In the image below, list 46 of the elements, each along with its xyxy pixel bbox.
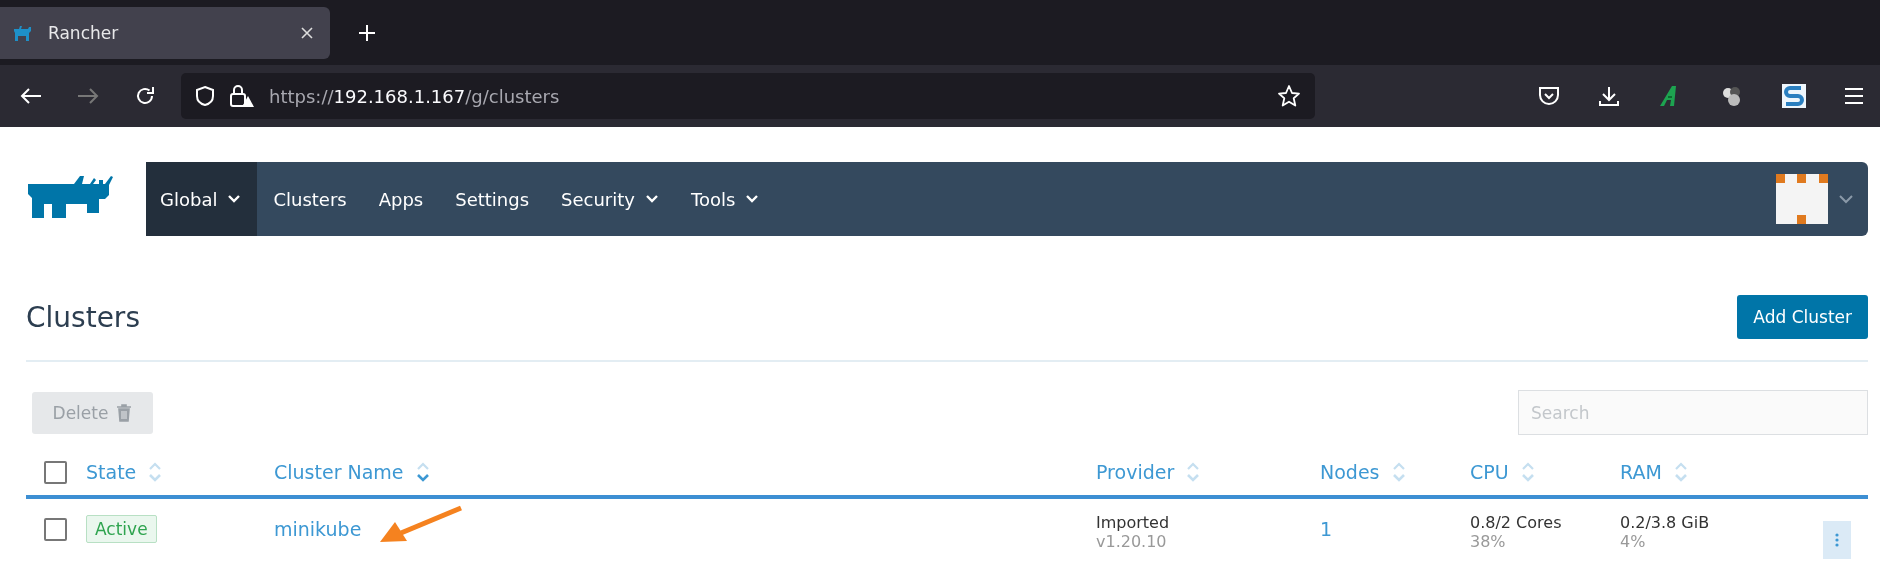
- nav-item[interactable]: Settings: [439, 162, 546, 236]
- pocket-icon[interactable]: [1538, 86, 1560, 106]
- browser-tab[interactable]: Rancher: [0, 6, 330, 59]
- download-icon[interactable]: [1598, 85, 1620, 107]
- status-badge: Active: [86, 515, 157, 543]
- sort-icon[interactable]: [415, 461, 430, 483]
- cluster-link[interactable]: minikube: [274, 518, 362, 540]
- forward-icon: [77, 87, 99, 105]
- tab-title: Rancher: [48, 22, 120, 43]
- table-cell: 0.8/2 Cores: [1470, 513, 1562, 532]
- checkbox[interactable]: [44, 517, 67, 541]
- table-cell: 0.2/3.8 GiB: [1620, 513, 1710, 532]
- chevron-down-icon[interactable]: [1838, 194, 1854, 204]
- reload-icon[interactable]: [134, 85, 156, 107]
- plus-icon[interactable]: [358, 23, 376, 42]
- url-text: https://192.168.1.167/g/clusters: [269, 85, 561, 107]
- lock-warning-icon: [229, 84, 255, 108]
- column-header[interactable]: Provider: [1096, 461, 1201, 483]
- back-icon[interactable]: [20, 87, 42, 105]
- vertical-dots-icon: [1835, 533, 1839, 547]
- percent-text: 38%: [1470, 532, 1506, 551]
- column-header[interactable]: Cluster Name: [274, 461, 430, 483]
- table-cell: Imported: [1096, 513, 1170, 532]
- column-header[interactable]: RAM: [1620, 461, 1688, 483]
- version-text: v1.20.10: [1096, 532, 1167, 551]
- menu-icon[interactable]: [1844, 87, 1864, 105]
- checkbox[interactable]: [44, 460, 67, 484]
- nodes-link[interactable]: 1: [1320, 518, 1333, 540]
- column-header[interactable]: CPU: [1470, 461, 1535, 483]
- nav-item[interactable]: Security: [545, 162, 675, 236]
- trash-icon: [116, 403, 133, 422]
- nav-item[interactable]: Clusters: [257, 162, 363, 236]
- nav-item[interactable]: Tools: [675, 162, 776, 236]
- add-cluster-button[interactable]: Add Cluster: [1737, 295, 1868, 339]
- star-icon[interactable]: [1277, 84, 1301, 108]
- page-title: Clusters: [26, 300, 140, 334]
- avatar-icon[interactable]: [1776, 174, 1828, 224]
- close-icon[interactable]: [300, 25, 314, 40]
- letter-s-icon[interactable]: [1782, 84, 1806, 108]
- nav-item[interactable]: Apps: [362, 162, 440, 236]
- percent-text: 4%: [1620, 532, 1646, 551]
- column-header[interactable]: Nodes: [1320, 461, 1406, 483]
- shield-icon: [195, 85, 215, 107]
- nav-item[interactable]: Global: [146, 162, 258, 236]
- column-header[interactable]: State: [86, 461, 163, 483]
- address-bar[interactable]: https://192.168.1.167/g/clusters: [181, 73, 1315, 119]
